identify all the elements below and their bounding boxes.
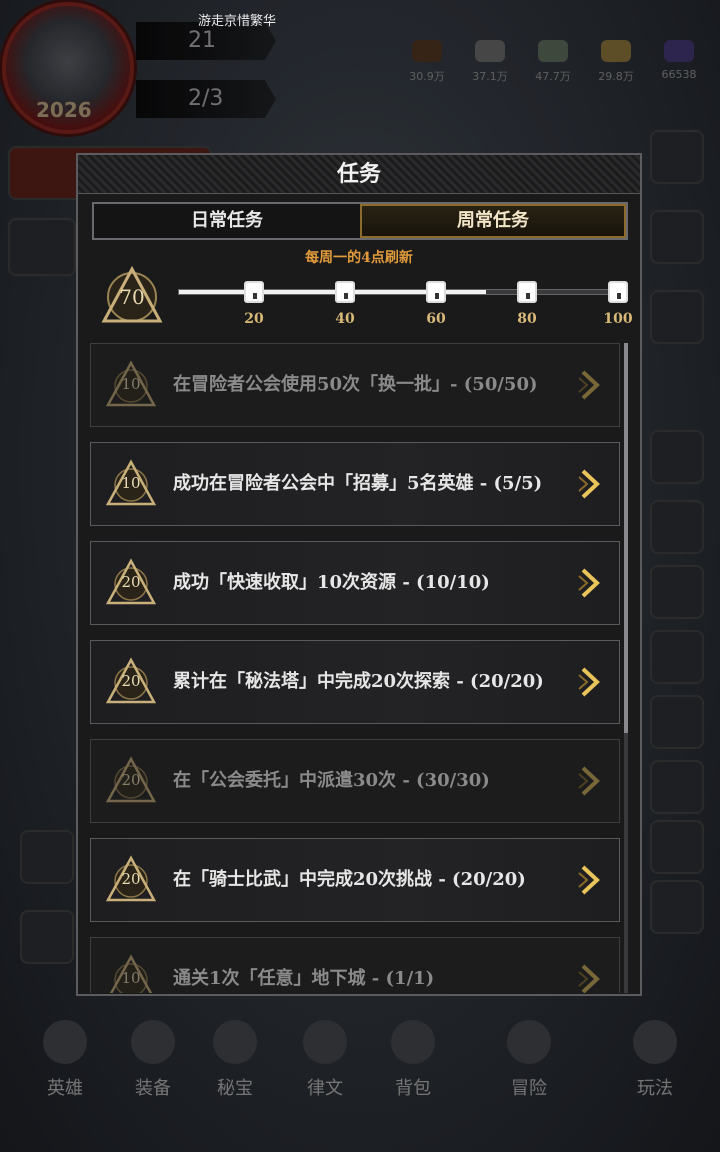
task-points-badge: 20 — [105, 558, 157, 608]
task-list-scrollbar[interactable] — [624, 343, 628, 993]
refresh-note: 每周一的4点刷新 — [305, 250, 413, 266]
task-tabs: 日常任务 周常任务 — [92, 202, 628, 240]
task-description: 累计在「秘法塔」中完成20次探索 - (20/20) — [173, 671, 544, 692]
task-row[interactable]: 10 在冒险者公会使用50次「换一批」- (50/50) — [90, 343, 620, 427]
milestone-label: 20 — [244, 311, 264, 327]
tab-weekly[interactable]: 周常任务 — [360, 204, 626, 238]
task-points-badge: 10 — [105, 360, 157, 410]
task-points-badge: 10 — [105, 954, 157, 993]
task-description: 在冒险者公会使用50次「换一批」- (50/50) — [173, 374, 538, 395]
task-description: 在「公会委托」中派遣30次 - (30/30) — [173, 770, 490, 791]
go-arrow-icon[interactable] — [577, 962, 603, 993]
task-row[interactable]: 20 在「骑士比武」中完成20次挑战 - (20/20) — [90, 838, 620, 922]
weekly-points-value: 70 — [119, 285, 145, 309]
milestone-chest-icon[interactable] — [608, 281, 628, 303]
task-row[interactable]: 20 成功「快速收取」10次资源 - (10/10) — [90, 541, 620, 625]
task-description: 通关1次「任意」地下城 - (1/1) — [173, 968, 435, 989]
task-list[interactable]: 10 在冒险者公会使用50次「换一批」- (50/50) 10 成功在冒险者公会中「招… — [90, 343, 620, 993]
task-description: 成功在冒险者公会中「招募」5名英雄 - (5/5) — [173, 473, 543, 494]
go-arrow-icon[interactable] — [577, 863, 603, 897]
tab-daily[interactable]: 日常任务 — [94, 204, 360, 238]
modal-header: 任务 — [78, 155, 640, 194]
points-badge: 70 — [98, 265, 166, 329]
task-row[interactable]: 20 累计在「秘法塔」中完成20次探索 - (20/20) — [90, 640, 620, 724]
go-arrow-icon[interactable] — [577, 467, 603, 501]
milestone-chest-icon[interactable] — [426, 281, 446, 303]
go-arrow-icon[interactable] — [577, 764, 603, 798]
scroll-thumb[interactable] — [624, 343, 628, 733]
milestone-chest-icon[interactable] — [244, 281, 264, 303]
task-points-value: 10 — [121, 969, 141, 987]
task-points-badge: 20 — [105, 855, 157, 905]
task-points-value: 10 — [121, 375, 141, 393]
task-points-badge: 20 — [105, 657, 157, 707]
task-row[interactable]: 10 通关1次「任意」地下城 - (1/1) — [90, 937, 620, 993]
milestone-label: 80 — [517, 311, 537, 327]
task-points-badge: 20 — [105, 756, 157, 806]
task-points-value: 20 — [121, 573, 141, 591]
task-points-value: 20 — [121, 771, 141, 789]
milestone-chest-icon[interactable] — [335, 281, 355, 303]
milestone-label: 100 — [603, 311, 633, 327]
task-description: 成功「快速收取」10次资源 - (10/10) — [173, 572, 490, 593]
milestone-chest-icon[interactable] — [517, 281, 537, 303]
go-arrow-icon[interactable] — [577, 566, 603, 600]
milestone-label: 40 — [335, 311, 355, 327]
task-modal: 任务 日常任务 周常任务 每周一的4点刷新 70 20 40 60 80 100 10 在… — [76, 153, 642, 996]
task-points-value: 10 — [121, 474, 141, 492]
task-row[interactable]: 10 成功在冒险者公会中「招募」5名英雄 - (5/5) — [90, 442, 620, 526]
go-arrow-icon[interactable] — [577, 368, 603, 402]
task-row[interactable]: 20 在「公会委托」中派遣30次 - (30/30) — [90, 739, 620, 823]
go-arrow-icon[interactable] — [577, 665, 603, 699]
task-description: 在「骑士比武」中完成20次挑战 - (20/20) — [173, 869, 526, 890]
task-points-value: 20 — [121, 672, 141, 690]
task-points-value: 20 — [121, 870, 141, 888]
milestone-label: 60 — [426, 311, 446, 327]
modal-title: 任务 — [336, 161, 381, 187]
task-points-badge: 10 — [105, 459, 157, 509]
